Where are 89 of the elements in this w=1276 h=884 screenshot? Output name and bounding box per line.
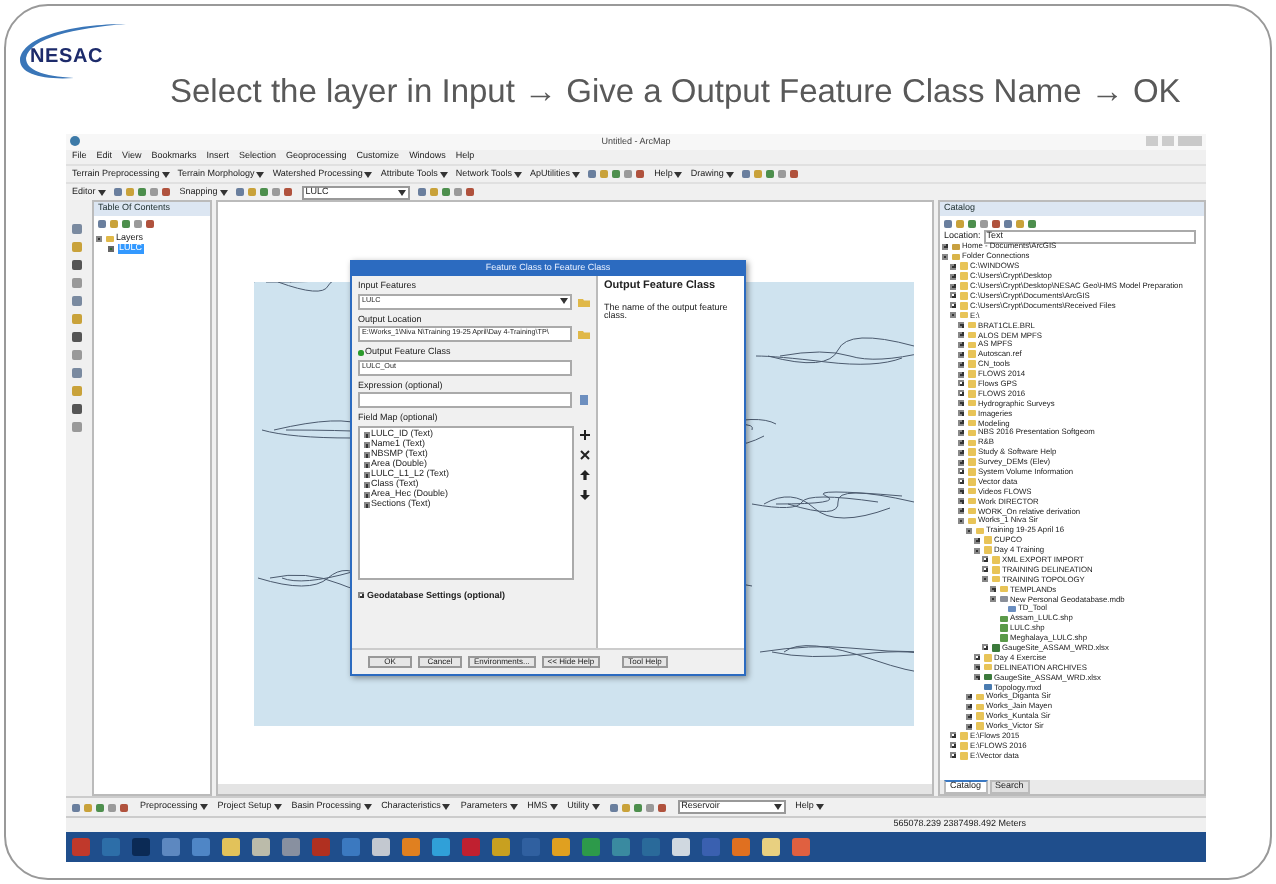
- move-up-icon[interactable]: [580, 469, 590, 479]
- caret-icon: [256, 171, 265, 177]
- table-icon: [983, 673, 991, 681]
- logo-text: NESAC: [30, 45, 104, 67]
- caret-icon: [161, 171, 170, 177]
- caret-icon: [397, 189, 406, 195]
- expand-button[interactable]: [982, 566, 988, 573]
- required-dot: [358, 350, 363, 355]
- caret-icon: [439, 171, 448, 177]
- expand-button[interactable]: [950, 292, 956, 299]
- expand-button[interactable]: [950, 283, 956, 289]
- collapse-button[interactable]: [966, 527, 972, 534]
- dataset-icon: [1007, 605, 1015, 613]
- expand-button[interactable]: [966, 693, 972, 700]
- sql-icon[interactable]: [578, 394, 590, 406]
- expand-button[interactable]: [958, 390, 964, 397]
- expand-button[interactable]: [958, 380, 964, 387]
- expand-button[interactable]: [958, 322, 964, 329]
- collapse-button[interactable]: [982, 576, 988, 583]
- expand-button[interactable]: [974, 674, 980, 681]
- caret-icon: [199, 804, 208, 810]
- caret-icon: [560, 298, 568, 304]
- caret-icon: [442, 804, 451, 810]
- collapse-button[interactable]: [950, 312, 956, 319]
- layers-icon: [105, 235, 113, 243]
- caret-icon: [273, 804, 282, 810]
- expand-button[interactable]: [942, 243, 948, 250]
- expand-button[interactable]: [950, 732, 956, 739]
- expand-button[interactable]: [950, 742, 956, 749]
- caret-icon: [773, 804, 782, 810]
- collapse-button[interactable]: [96, 235, 102, 242]
- expand-button[interactable]: [950, 273, 956, 280]
- globe-icon: [70, 136, 80, 146]
- expand-button[interactable]: [958, 351, 964, 358]
- expand-button[interactable]: [958, 439, 964, 446]
- home-icon: [951, 243, 959, 251]
- input-field[interactable]: [358, 392, 572, 408]
- expand-button[interactable]: [958, 507, 964, 514]
- expand-button[interactable]: [958, 488, 964, 495]
- caret-icon: [815, 804, 824, 810]
- expand-button[interactable]: [974, 537, 980, 544]
- caret-icon: [549, 804, 558, 810]
- caret-icon: [97, 189, 106, 195]
- expand-button[interactable]: [958, 419, 964, 426]
- gdb-icon: [999, 595, 1007, 603]
- expand-button[interactable]: [958, 400, 964, 407]
- expand-button[interactable]: [982, 644, 988, 651]
- add-icon[interactable]: [580, 429, 590, 439]
- caret-icon: [725, 171, 734, 177]
- expand-button[interactable]: [974, 664, 980, 671]
- collapse-button[interactable]: [958, 517, 964, 524]
- expand-button[interactable]: [958, 410, 964, 417]
- caret-icon: [509, 804, 518, 810]
- expand-button[interactable]: [958, 331, 964, 338]
- expand-button[interactable]: [950, 752, 956, 759]
- caret-icon: [674, 171, 683, 177]
- expand-button[interactable]: [982, 556, 988, 563]
- expand-button[interactable]: [990, 586, 996, 593]
- scrollbar[interactable]: [218, 784, 932, 794]
- caret-icon: [219, 189, 228, 195]
- table-icon: [991, 644, 999, 652]
- expand-button[interactable]: [958, 478, 964, 485]
- expand-button[interactable]: [958, 498, 964, 505]
- move-down-icon[interactable]: [580, 489, 590, 499]
- expand-button[interactable]: [950, 302, 956, 309]
- expand-button[interactable]: [966, 703, 972, 710]
- map-icon: [983, 683, 991, 691]
- expand-button[interactable]: [958, 468, 964, 475]
- expand-button[interactable]: [958, 361, 964, 368]
- caret-icon: [572, 171, 581, 177]
- expand-button[interactable]: [966, 713, 972, 720]
- expand-button[interactable]: [966, 723, 972, 730]
- layer-checkbox[interactable]: [108, 245, 114, 252]
- expand-button[interactable]: [974, 654, 980, 661]
- expand-button[interactable]: [958, 459, 964, 466]
- remove-icon[interactable]: [580, 449, 590, 459]
- connections-icon: [951, 253, 959, 261]
- caret-icon: [363, 804, 372, 810]
- expand-button[interactable]: [950, 263, 956, 270]
- expand-button[interactable]: [958, 341, 964, 348]
- expand-button[interactable]: [958, 449, 964, 456]
- collapse-button[interactable]: [942, 253, 948, 260]
- caret-icon: [364, 171, 373, 177]
- expand-button[interactable]: [958, 371, 964, 378]
- expand-button[interactable]: [958, 429, 964, 436]
- slide-title: Select the layer in Input → Give a Output Feature Class Name → OK: [170, 74, 1181, 112]
- caret-icon: [514, 171, 523, 177]
- collapse-button[interactable]: [974, 547, 980, 554]
- caret-icon: [591, 804, 600, 810]
